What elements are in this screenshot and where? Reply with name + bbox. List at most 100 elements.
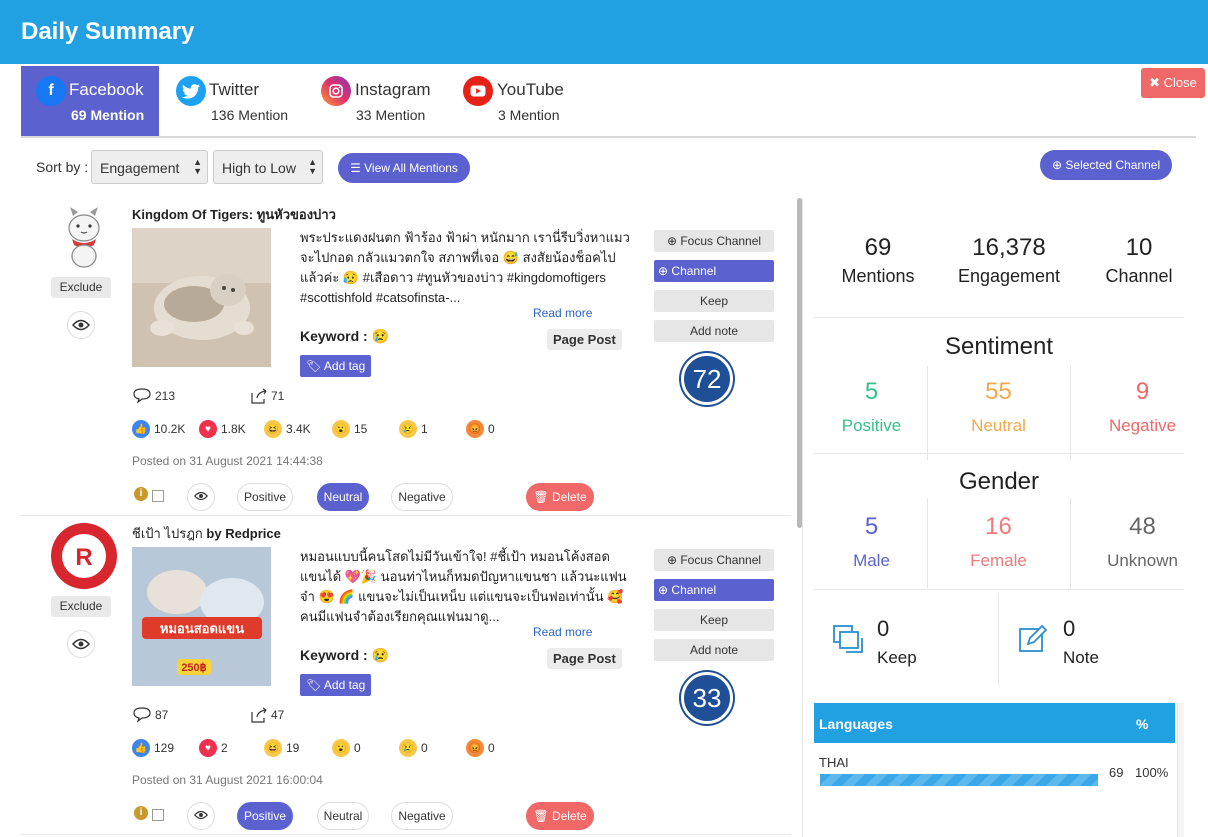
gender-female: 16 Female [941,513,1056,571]
sad-icon: 😢 [399,420,417,438]
gender-value: 16 [985,513,1012,540]
sentiment-neutral-button[interactable]: Neutral [317,483,369,511]
facebook-icon: f [36,76,66,106]
sentiment-title: Sentiment [944,333,1054,360]
focus-channel-button[interactable]: ⊕ Focus Channel [654,230,774,252]
total-label: Channel [1105,266,1173,286]
select-checkbox[interactable] [152,809,164,821]
eye-icon[interactable] [67,630,95,658]
delete-button[interactable]: 🗑 Delete [526,802,594,830]
gender-label: Female [970,551,1027,570]
reaction-value: 0 [488,422,495,436]
add-tag-label: Add tag [323,359,366,373]
share-icon [251,707,267,723]
read-more-link[interactable]: Read more [533,625,592,639]
divider [927,498,928,588]
language-pct: 100% [1135,765,1169,780]
divider [814,453,1184,454]
languages-pct-header: % [1136,716,1149,732]
focus-channel-button[interactable]: ⊕ Focus Channel [654,549,774,571]
total-channel: 10 Channel [1076,234,1202,287]
keyword-text: Keyword : [300,647,368,663]
tab-twitter[interactable]: Twitter 136 Mention [161,66,301,136]
add-tag-button[interactable]: 🏷 Add tag [300,674,372,696]
sentiment-negative-button[interactable]: Negative [391,802,453,830]
comment-icon [133,388,151,404]
sort-field-select[interactable]: Engagement ▲ ▼ [91,150,208,184]
view-all-label: View All Mentions [364,161,458,175]
add-note-button[interactable]: Add note [654,639,774,661]
selected-channel-button[interactable]: ⊕ Selected Channel [1040,150,1173,180]
post-title[interactable]: Kingdom Of Tigers: ทูนหัวของบ่าว [132,204,336,225]
comment-count-value: 87 [155,708,169,722]
instagram-icon [321,76,351,106]
haha-icon: 😆 [264,739,282,757]
reaction-value: 19 [286,741,300,755]
sentiment-negative-button[interactable]: Negative [391,483,453,511]
info-icon[interactable]: i [134,487,148,501]
post-image[interactable]: หมอนสอดแขน 250฿ [132,547,271,686]
tab-youtube[interactable]: YouTube 3 Mention [448,66,588,136]
feed-scrollbar[interactable] [797,198,802,528]
read-more-link[interactable]: Read more [533,306,592,320]
add-note-button[interactable]: Add note [654,320,774,342]
exclude-button[interactable]: Exclude [51,277,111,298]
sort-order-select[interactable]: High to Low ▲ ▼ [213,150,323,184]
reaction-love: ♥ 2 [199,739,228,757]
delete-button[interactable]: 🗑 Delete [526,483,594,511]
sentiment-positive-button[interactable]: Positive [237,483,293,511]
eye-icon[interactable] [187,483,215,511]
twitter-icon [176,76,206,106]
keep-button[interactable]: Keep [654,609,774,631]
plus-circle-icon: ⊕ [666,234,677,248]
sentiment-neutral-button[interactable]: Neutral [317,802,369,830]
reaction-wow: 😮 15 [332,420,367,438]
modal-title: Daily Summary [0,0,1208,64]
reaction-like: 👍 10.2K [132,420,185,438]
post-title-main: ชีเป้า ไปรฎก [132,526,203,541]
divider [1070,366,1071,460]
engagement-score: 72 [681,353,733,405]
reaction-angry: 😡 0 [466,420,495,438]
tab-facebook[interactable]: f Facebook 69 Mention [21,66,159,136]
sentiment-positive-button[interactable]: Positive [237,802,293,830]
share-icon [251,388,267,404]
sentiment-label: Positive [841,416,902,435]
channel-button[interactable]: ⊕ Channel [654,579,774,601]
reaction-value: 0 [488,741,495,755]
tab-instagram[interactable]: Instagram 33 Mention [306,66,446,136]
engagement-score: 33 [681,672,733,724]
reaction-value: 1 [421,422,428,436]
divider [814,317,1184,318]
eye-icon[interactable] [187,802,215,830]
select-checkbox[interactable] [152,490,164,502]
trash-icon: 🗑 [533,809,549,823]
divider [998,593,999,685]
eye-icon[interactable] [67,311,95,339]
post-type-badge: Page Post [547,648,622,669]
youtube-icon [463,76,493,106]
post-title[interactable]: ชีเป้า ไปรฎก by Redprice [132,523,281,544]
view-all-mentions-button[interactable]: ☰ View All Mentions [338,153,470,183]
info-icon[interactable]: i [134,806,148,820]
reaction-value: 1.8K [221,422,246,436]
divider [814,589,1184,590]
gender-value: 48 [1129,513,1156,540]
tab-name: Facebook [69,80,144,99]
channel-button[interactable]: ⊕ Channel [654,260,774,282]
keyword-label: Keyword : 😢 [300,328,389,345]
total-engagement: 16,378 Engagement [944,234,1074,287]
languages-scrollbar[interactable] [1177,703,1184,837]
keep-icon [832,624,864,659]
love-icon: ♥ [199,420,217,438]
post-image[interactable] [132,228,271,367]
mention-post: Exclude Kingdom Of Tigers: ทูนหัวของบ่าว… [21,198,791,516]
add-tag-button[interactable]: 🏷 Add tag [300,355,372,377]
reaction-value: 10.2K [154,422,186,436]
sort-bar: Sort by : Engagement ▲ ▼ High to Low ▲ ▼ ☰… [21,146,1196,190]
exclude-button[interactable]: Exclude [51,596,111,617]
comment-count: 87 [132,707,168,723]
keep-button[interactable]: Keep [654,290,774,312]
sentiment-neutral: 55 Neutral [941,378,1056,436]
language-bar [820,774,1098,786]
